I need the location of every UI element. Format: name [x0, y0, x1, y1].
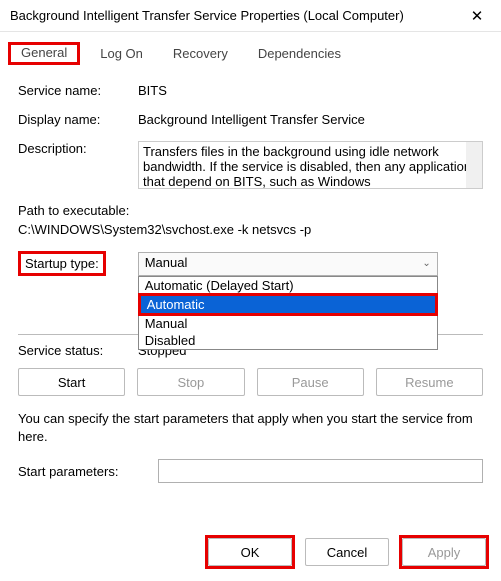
- apply-button[interactable]: Apply: [402, 538, 486, 566]
- display-name-value: Background Intelligent Transfer Service: [138, 112, 483, 127]
- stop-button: Stop: [137, 368, 244, 396]
- option-manual[interactable]: Manual: [139, 315, 437, 332]
- start-parameters-input[interactable]: [158, 459, 483, 483]
- startup-dropdown: Automatic (Delayed Start) Automatic Manu…: [138, 276, 438, 350]
- startup-type-label: Startup type:: [25, 256, 99, 271]
- content: Service name: BITS Display name: Backgro…: [0, 65, 501, 483]
- tab-general[interactable]: General: [11, 41, 77, 64]
- startup-type-select[interactable]: Manual ⌄: [138, 252, 438, 276]
- cancel-button[interactable]: Cancel: [305, 538, 389, 566]
- option-disabled[interactable]: Disabled: [139, 332, 437, 349]
- titlebar: Background Intelligent Transfer Service …: [0, 0, 501, 32]
- footer-buttons: OK Cancel Apply: [205, 535, 489, 569]
- description-label: Description:: [18, 141, 138, 156]
- service-name-label: Service name:: [18, 83, 138, 98]
- scrollbar[interactable]: [466, 142, 482, 188]
- display-name-label: Display name:: [18, 112, 138, 127]
- service-name-value: BITS: [138, 83, 483, 98]
- start-params-hint: You can specify the start parameters tha…: [18, 410, 483, 445]
- chevron-down-icon: ⌄: [422, 258, 430, 269]
- startup-type-value: Manual: [145, 255, 188, 270]
- tab-recovery[interactable]: Recovery: [163, 42, 238, 65]
- service-status-label: Service status:: [18, 343, 138, 358]
- description-box[interactable]: Transfers files in the background using …: [138, 141, 483, 189]
- close-icon[interactable]: ✕: [459, 2, 495, 30]
- path-value: C:\WINDOWS\System32\svchost.exe -k netsv…: [18, 222, 483, 237]
- resume-button: Resume: [376, 368, 483, 396]
- description-text: Transfers files in the background using …: [143, 144, 478, 189]
- tabs: General Log On Recovery Dependencies: [0, 32, 501, 65]
- start-parameters-label: Start parameters:: [18, 464, 158, 479]
- ok-button[interactable]: OK: [208, 538, 292, 566]
- pause-button: Pause: [257, 368, 364, 396]
- tab-dependencies[interactable]: Dependencies: [248, 42, 351, 65]
- option-automatic-delayed[interactable]: Automatic (Delayed Start): [139, 277, 437, 294]
- option-automatic[interactable]: Automatic: [141, 296, 435, 313]
- path-label: Path to executable:: [18, 203, 483, 218]
- window-title: Background Intelligent Transfer Service …: [10, 8, 404, 23]
- start-button[interactable]: Start: [18, 368, 125, 396]
- tab-logon[interactable]: Log On: [90, 42, 153, 65]
